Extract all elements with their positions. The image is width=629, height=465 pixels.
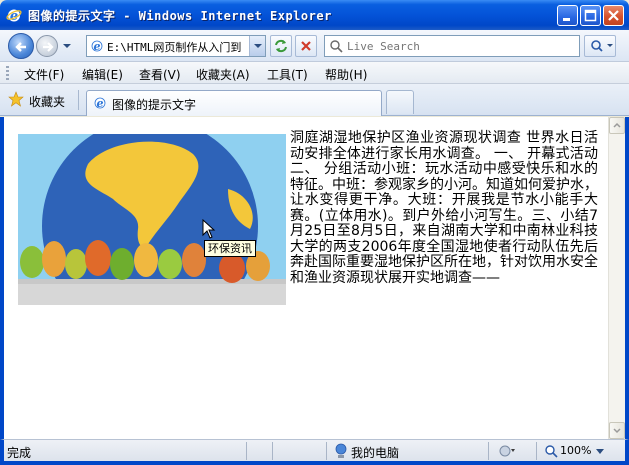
search-input[interactable] xyxy=(347,38,575,54)
svg-text:e: e xyxy=(94,40,101,53)
menu-bar: 文件(F) 编辑(E) 查看(V) 收藏夹(A) 工具(T) 帮助(H) xyxy=(0,62,629,84)
status-separator xyxy=(272,442,273,460)
stop-button[interactable] xyxy=(295,35,317,57)
minimize-icon xyxy=(563,18,570,21)
back-button[interactable] xyxy=(8,33,34,59)
refresh-button[interactable] xyxy=(270,35,292,57)
protected-mode-icon[interactable] xyxy=(498,443,516,459)
chevron-up-icon xyxy=(613,122,621,128)
tab-separator xyxy=(78,90,79,110)
earth-and-trees-illustration xyxy=(18,134,286,305)
security-zone-label: 我的电脑 xyxy=(351,446,400,460)
address-input[interactable]: E:\HTML网页制作从入门到 xyxy=(107,39,245,55)
stop-icon xyxy=(301,41,311,51)
close-button[interactable] xyxy=(603,5,624,26)
tab-active[interactable]: e 图像的提示文字 xyxy=(86,90,382,116)
refresh-icon xyxy=(275,39,287,53)
page-icon: e xyxy=(91,40,103,53)
close-icon xyxy=(608,10,619,21)
navigation-bar: e E:\HTML网页制作从入门到 xyxy=(0,30,629,62)
status-text: 完成 xyxy=(7,446,32,460)
tab-bar: 收藏夹 e 图像的提示文字 xyxy=(0,84,629,116)
mouse-pointer-icon xyxy=(202,219,216,239)
ie-logo-icon: e xyxy=(6,9,22,23)
scroll-down-button[interactable] xyxy=(609,422,625,439)
maximize-icon xyxy=(584,9,597,22)
forward-arrow-icon xyxy=(43,42,54,52)
address-dropdown-button[interactable] xyxy=(249,36,265,56)
status-separator xyxy=(326,442,327,460)
page-content: 洞庭湖湿地保护区渔业资源现状调查 世界水日活动安排全体进行家长用水调查。 一、 … xyxy=(0,117,629,439)
menu-file[interactable]: 文件(F) xyxy=(24,66,64,83)
forward-button[interactable] xyxy=(36,35,58,57)
status-separator xyxy=(488,442,489,460)
zoom-dropdown-icon[interactable] xyxy=(596,449,604,454)
menu-tools[interactable]: 工具(T) xyxy=(267,66,308,83)
vertical-scrollbar[interactable] xyxy=(608,117,625,439)
address-bar[interactable]: e E:\HTML网页制作从入门到 xyxy=(86,35,266,57)
toolbar-grip[interactable] xyxy=(6,66,9,80)
maximize-button[interactable] xyxy=(580,5,601,26)
svg-text:e: e xyxy=(97,97,104,110)
new-tab-button[interactable] xyxy=(386,90,414,114)
menu-help[interactable]: 帮助(H) xyxy=(325,66,367,83)
search-go-icon xyxy=(591,40,613,52)
menu-favorites[interactable]: 收藏夹(A) xyxy=(196,66,250,83)
earth-and-trees-image[interactable] xyxy=(18,134,286,305)
menu-edit[interactable]: 编辑(E) xyxy=(82,66,123,83)
search-icon xyxy=(330,40,343,53)
chevron-down-icon xyxy=(613,428,621,434)
favorites-label[interactable]: 收藏夹 xyxy=(29,93,65,110)
status-bar: 完成 我的电脑 100% xyxy=(0,439,629,465)
recent-pages-dropdown-icon[interactable] xyxy=(62,41,72,51)
status-separator xyxy=(246,442,247,460)
my-computer-icon xyxy=(335,443,347,458)
minimize-button[interactable] xyxy=(557,5,578,26)
title-bar[interactable]: e 图像的提示文字 - Windows Internet Explorer xyxy=(0,0,629,30)
zoom-level[interactable]: 100% xyxy=(560,444,591,457)
search-go-button[interactable] xyxy=(584,35,616,57)
status-separator xyxy=(536,442,537,460)
window-title: 图像的提示文字 - Windows Internet Explorer xyxy=(28,9,332,23)
tab-label: 图像的提示文字 xyxy=(112,98,197,112)
scroll-up-button[interactable] xyxy=(609,117,625,134)
back-arrow-icon xyxy=(15,42,26,52)
zoom-icon[interactable] xyxy=(544,444,558,458)
chevron-down-icon xyxy=(254,44,262,48)
article: 洞庭湖湿地保护区渔业资源现状调查 世界水日活动安排全体进行家长用水调查。 一、 … xyxy=(18,130,598,305)
favorites-star-icon[interactable] xyxy=(8,91,24,107)
search-box[interactable] xyxy=(324,35,580,57)
image-tooltip: 环保资讯 xyxy=(204,240,256,257)
page-icon: e xyxy=(94,97,106,110)
menu-view[interactable]: 查看(V) xyxy=(139,66,181,83)
